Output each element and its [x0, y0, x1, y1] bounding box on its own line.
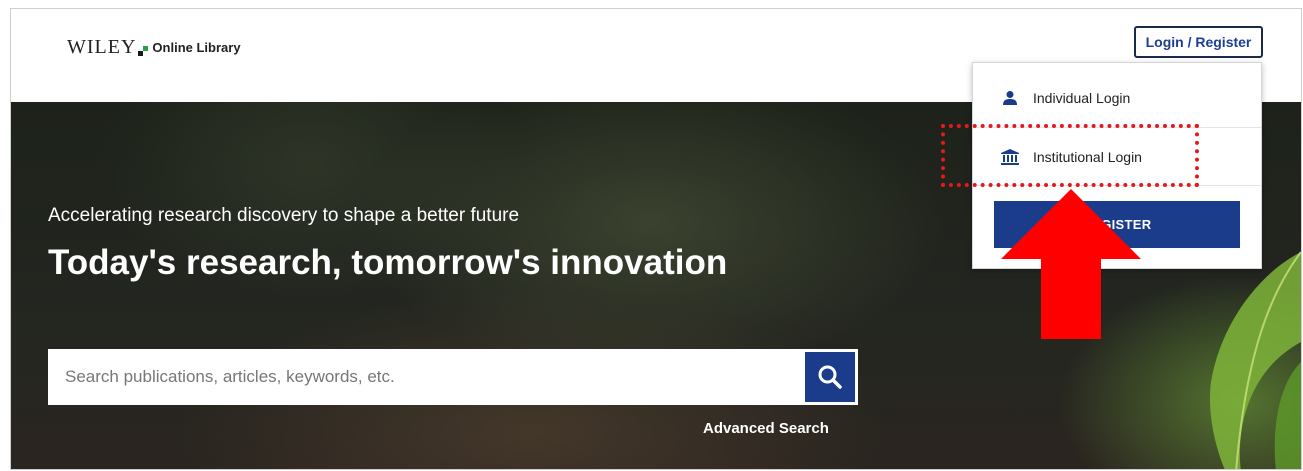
- login-register-button[interactable]: Login / Register: [1134, 26, 1263, 58]
- wiley-logo[interactable]: WILEY Online Library: [67, 36, 241, 59]
- search-bar: [48, 349, 858, 405]
- page-frame: WILEY Online Library Login / Register Ac…: [10, 8, 1302, 470]
- advanced-search-link[interactable]: Advanced Search: [703, 420, 829, 437]
- hero-headline: Today's research, tomorrow's innovation: [48, 243, 728, 282]
- individual-login-item[interactable]: Individual Login: [973, 69, 1261, 127]
- annotation-arrow-icon: [1001, 189, 1141, 339]
- individual-login-label: Individual Login: [1033, 90, 1131, 106]
- search-icon: [818, 365, 842, 389]
- logo-wordmark: WILEY: [67, 36, 137, 58]
- search-input[interactable]: [48, 349, 805, 405]
- hero-tagline: Accelerating research discovery to shape…: [48, 205, 520, 226]
- search-button[interactable]: [805, 352, 855, 402]
- logo-subtitle: Online Library: [152, 40, 241, 55]
- person-icon: [1001, 89, 1019, 107]
- annotation-highlight-box: [941, 124, 1199, 187]
- logo-mark-icon: [138, 44, 149, 56]
